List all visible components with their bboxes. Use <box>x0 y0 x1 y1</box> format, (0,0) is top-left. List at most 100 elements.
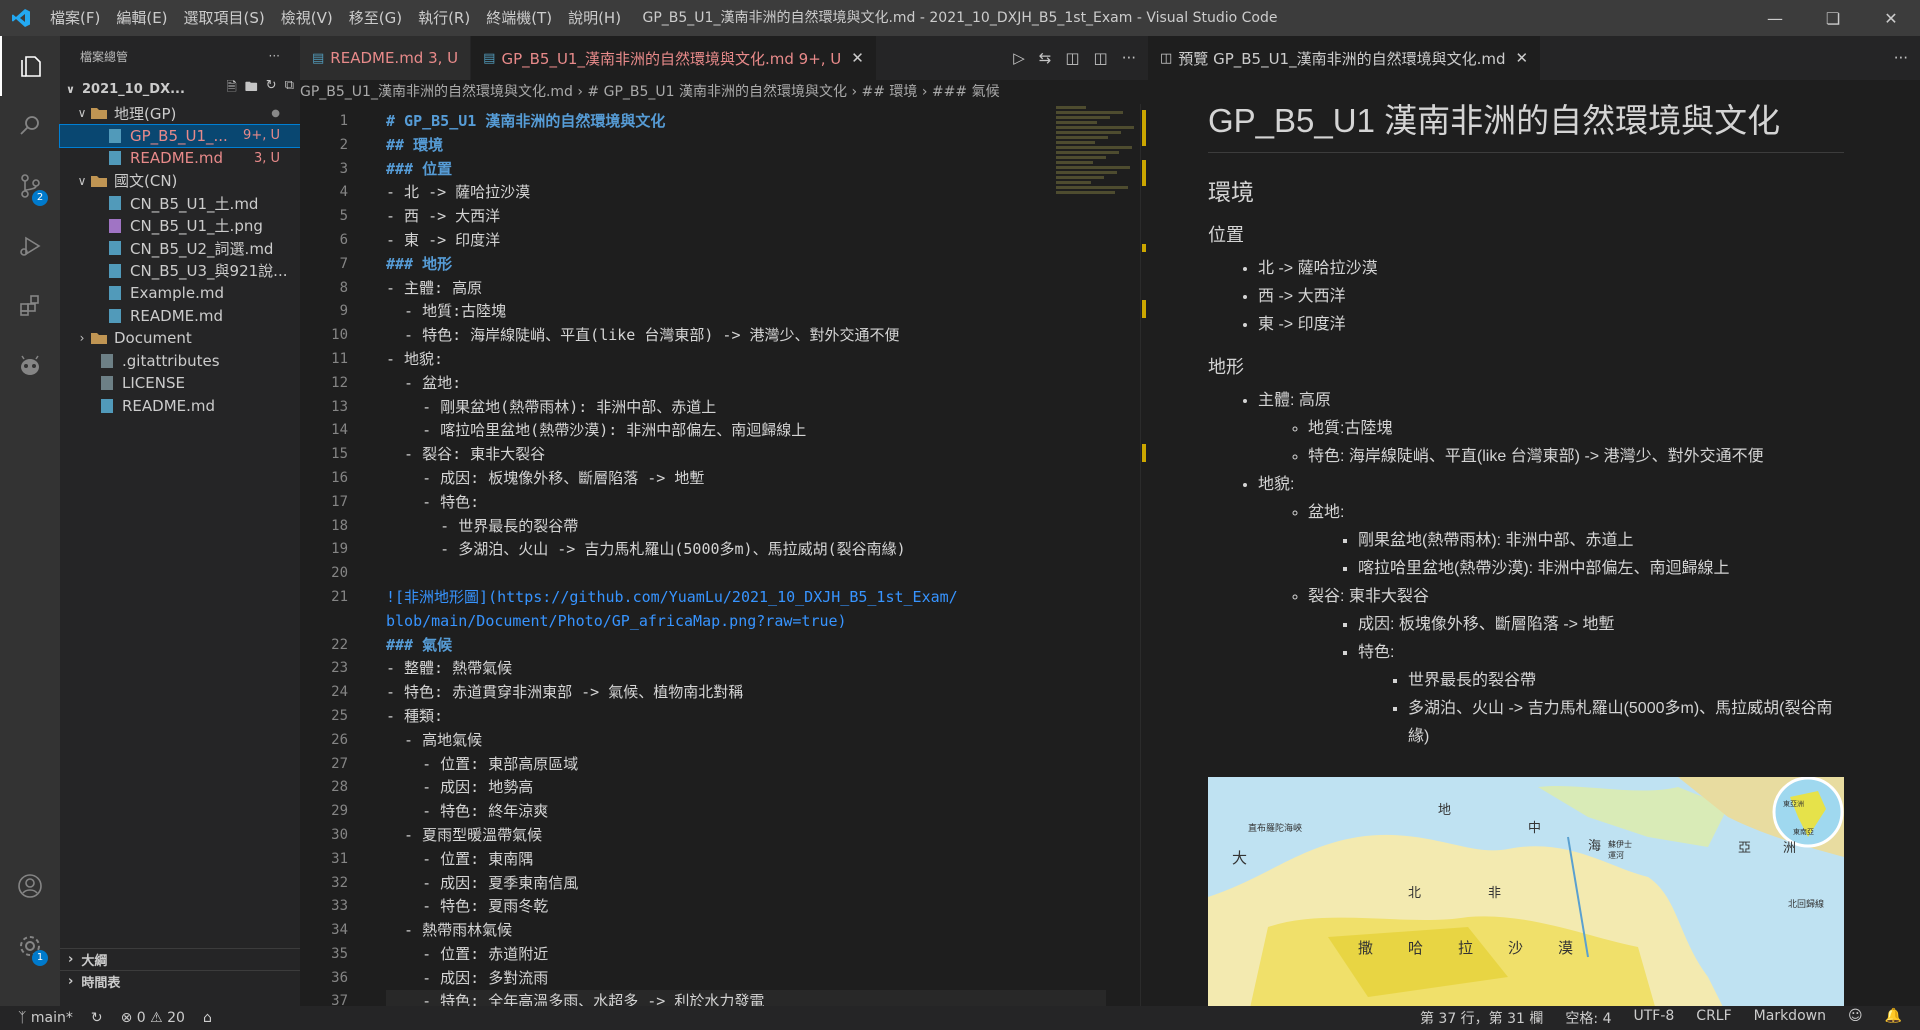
source-control-icon[interactable]: 2 <box>0 156 60 216</box>
code-line[interactable]: - 熱帶雨林氣候 <box>386 919 1106 943</box>
overview-ruler[interactable] <box>1140 104 1148 1006</box>
code-line[interactable]: - 剛果盆地(熱帶雨林): 非洲中部、赤道上 <box>386 396 1106 420</box>
menu-run[interactable]: 執行(R) <box>410 0 478 36</box>
code-line[interactable]: ### 位置 <box>386 158 1106 182</box>
breadcrumb[interactable]: GP_B5_U1_漢南非洲的自然環境與文化.md › # GP_B5_U1 漢南… <box>300 80 1148 104</box>
minimap[interactable] <box>1056 104 1136 194</box>
tree-item-gitattributes[interactable]: .gitattributes <box>60 350 300 373</box>
code-line[interactable]: - 位置: 赤道附近 <box>386 943 1106 967</box>
code-line[interactable]: - 喀拉哈里盆地(熱帶沙漠): 非洲中部偏左、南迴歸線上 <box>386 419 1106 443</box>
tree-item-license[interactable]: LICENSE <box>60 372 300 395</box>
code-line[interactable]: blob/main/Document/Photo/GP_africaMap.pn… <box>386 610 1106 634</box>
explorer-icon[interactable] <box>0 36 60 96</box>
more-actions-icon[interactable]: ··· <box>1122 49 1136 67</box>
compare-icon[interactable]: ⇆ <box>1039 49 1052 67</box>
code-line[interactable]: - 成因: 板塊像外移、斷層陷落 -> 地塹 <box>386 467 1106 491</box>
code-line[interactable]: - 盆地: <box>386 372 1106 396</box>
code-line[interactable]: - 成因: 夏季東南信風 <box>386 872 1106 896</box>
code-line[interactable]: ### 氣候 <box>386 634 1106 658</box>
encoding[interactable]: UTF-8 <box>1633 1008 1674 1028</box>
close-tab-icon[interactable]: ✕ <box>1516 49 1529 67</box>
code-line[interactable]: - 裂谷: 東非大裂谷 <box>386 443 1106 467</box>
open-preview-icon[interactable]: ◫ <box>1065 49 1079 67</box>
tree-item-cn-u2-md[interactable]: CN_B5_U2_詞選.md <box>60 237 300 260</box>
code-line[interactable]: - 特色: 終年涼爽 <box>386 800 1106 824</box>
run-debug-icon[interactable] <box>0 216 60 276</box>
language-mode[interactable]: Markdown <box>1754 1008 1826 1028</box>
code-line[interactable]: - 特色: <box>386 491 1106 515</box>
run-icon[interactable]: ▷ <box>1013 49 1025 67</box>
workspace-root[interactable]: ∨ 2021_10_DX... 🗎 🖿 ↻ ⧉ <box>60 76 300 102</box>
branch-status[interactable]: ᛉ main* <box>18 1010 73 1026</box>
code-line[interactable]: - 特色: 夏雨冬乾 <box>386 895 1106 919</box>
refresh-icon[interactable]: ↻ <box>266 78 277 100</box>
split-editor-icon[interactable]: ◫ <box>1094 49 1108 67</box>
menu-edit[interactable]: 編輯(E) <box>108 0 175 36</box>
code-line[interactable]: - 多湖泊、火山 -> 吉力馬札羅山(5000多m)、馬拉威胡(裂谷南緣) <box>386 538 1106 562</box>
folder-chinese[interactable]: ∨ 國文(CN) <box>60 170 300 193</box>
indentation[interactable]: 空格: 4 <box>1565 1008 1611 1028</box>
code-line[interactable]: - 高地氣候 <box>386 729 1106 753</box>
code-line[interactable]: ## 環境 <box>386 134 1106 158</box>
folder-geography[interactable]: ∨ 地理(GP) ● <box>60 102 300 125</box>
code-line[interactable]: - 主體: 高原 <box>386 277 1106 301</box>
cursor-position[interactable]: 第 37 行，第 31 欄 <box>1420 1008 1543 1028</box>
code-line[interactable] <box>386 562 1106 586</box>
code-line[interactable]: - 成因: 地勢高 <box>386 776 1106 800</box>
code-line[interactable]: - 特色: 赤道貫穿非洲東部 -> 氣候、植物南北對稱 <box>386 681 1106 705</box>
search-icon[interactable] <box>0 96 60 156</box>
restore-button[interactable]: ❏ <box>1804 0 1862 36</box>
tree-item-readme-root[interactable]: README.md <box>60 395 300 418</box>
tab-readme[interactable]: ▤ README.md 3, U <box>300 36 472 80</box>
menu-view[interactable]: 檢視(V) <box>273 0 341 36</box>
code-line[interactable]: - 整體: 熱帶氣候 <box>386 657 1106 681</box>
tree-item-cn-u1-md[interactable]: CN_B5_U1_土.md <box>60 192 300 215</box>
code-line[interactable]: - 成因: 多對流雨 <box>386 967 1106 991</box>
account-icon[interactable] <box>0 856 60 916</box>
code-line[interactable]: - 位置: 東南隅 <box>386 848 1106 872</box>
alien-extension-icon[interactable] <box>0 336 60 396</box>
collapse-all-icon[interactable]: ⧉ <box>285 78 294 100</box>
code-line[interactable]: - 特色: 全年高溫多雨、水超多 -> 利於水力發電 <box>386 990 1106 1006</box>
tree-item-readme-gp[interactable]: README.md 3, U <box>60 147 300 170</box>
tree-item-cn-u1-png[interactable]: CN_B5_U1_土.png <box>60 215 300 238</box>
code-line[interactable]: - 夏雨型暖溫帶氣候 <box>386 824 1106 848</box>
code-line[interactable]: - 位置: 東部高原區域 <box>386 753 1106 777</box>
explorer-more-icon[interactable]: ··· <box>269 49 280 63</box>
code-line[interactable]: - 東 -> 印度洋 <box>386 229 1106 253</box>
code-line[interactable]: # GP_B5_U1 漢南非洲的自然環境與文化 <box>386 110 1106 134</box>
menu-help[interactable]: 說明(H) <box>560 0 629 36</box>
code-line[interactable]: - 世界最長的裂谷帶 <box>386 515 1106 539</box>
menu-file[interactable]: 檔案(F) <box>42 0 108 36</box>
close-tab-icon[interactable]: ✕ <box>851 49 864 67</box>
problems-status[interactable]: ⊗ 0 ⚠ 20 <box>121 1010 185 1026</box>
tree-item-cn-u3-md[interactable]: CN_B5_U3_與921說... <box>60 260 300 283</box>
home-icon[interactable]: ⌂ <box>203 1010 212 1026</box>
tree-item-gp-file[interactable]: GP_B5_U1_... 9+, U <box>59 123 301 148</box>
tree-item-example-md[interactable]: Example.md <box>60 282 300 305</box>
code-line[interactable]: ![非洲地形圖](https://github.com/YuamLu/2021_… <box>386 586 1106 610</box>
tab-preview[interactable]: ◫ 預覽 GP_B5_U1_漢南非洲的自然環境與文化.md ✕ <box>1148 36 1542 80</box>
code-line[interactable]: - 地質:古陸塊 <box>386 300 1106 324</box>
new-file-icon[interactable]: 🗎 <box>226 78 236 100</box>
code-editor[interactable]: 1 2 3 4 5 6 7 8 9 10 11 12 13 14 15 16 17 18 19 20 21 22 23 24 2… <box>300 104 1148 1006</box>
code-line[interactable]: - 北 -> 薩哈拉沙漠 <box>386 181 1106 205</box>
code-line[interactable]: - 西 -> 大西洋 <box>386 205 1106 229</box>
tree-item-readme-cn[interactable]: README.md <box>60 305 300 328</box>
end-of-line[interactable]: CRLF <box>1696 1008 1731 1028</box>
folder-document[interactable]: › Document <box>60 327 300 350</box>
close-window-button[interactable]: ✕ <box>1862 0 1920 36</box>
tab-gp-active[interactable]: ▤ GP_B5_U1_漢南非洲的自然環境與文化.md 9+, U ✕ <box>471 36 877 80</box>
outline-section[interactable]: › 大綱 <box>60 948 300 970</box>
extensions-icon[interactable] <box>0 276 60 336</box>
settings-gear-icon[interactable]: 1 <box>0 916 60 976</box>
sync-icon[interactable]: ↻ <box>91 1010 103 1026</box>
code-line[interactable]: - 特色: 海岸線陡峭、平直(like 台灣東部) -> 港灣少、對外交通不便 <box>386 324 1106 348</box>
code-lines[interactable]: # GP_B5_U1 漢南非洲的自然環境與文化 ## 環境 ### 位置 - 北 ->… <box>386 110 1106 1006</box>
timeline-section[interactable]: › 時間表 <box>60 970 300 992</box>
notifications-icon[interactable]: 🔔 <box>1885 1008 1902 1028</box>
code-line[interactable]: - 地貌: <box>386 348 1106 372</box>
code-line[interactable]: ### 地形 <box>386 253 1106 277</box>
menu-selection[interactable]: 選取項目(S) <box>176 0 273 36</box>
new-folder-icon[interactable]: 🖿 <box>245 78 258 100</box>
